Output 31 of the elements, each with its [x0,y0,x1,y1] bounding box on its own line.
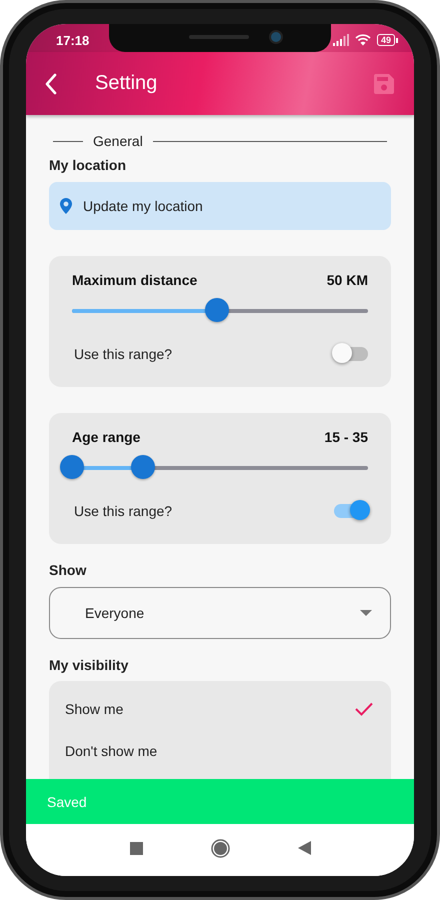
battery-indicator: 49 [376,34,395,46]
filter-value: 15 - 35 [324,429,368,445]
location-pin-icon [60,198,72,214]
back-nav-icon[interactable] [298,841,310,855]
visibility-option[interactable]: Don't show me [49,730,391,772]
recents-icon[interactable] [130,842,142,854]
field-label: My visibility [49,657,130,673]
slider-thumb[interactable] [60,455,84,479]
back-icon[interactable] [44,72,58,94]
toggle-label: Use this range? [74,346,172,362]
toggle-switch[interactable] [332,343,368,365]
filter-value: 50 KM [326,272,368,288]
home-icon[interactable] [210,838,230,858]
caret-icon [360,610,372,616]
update-location-button[interactable]: Update my location [49,182,391,230]
status-time: 17:18 [56,32,90,48]
show-dropdown[interactable]: Everyone [49,587,391,639]
toggle-label: Use this range? [74,503,172,519]
filter-title: Maximum distance [72,272,198,288]
saved-snackbar: Saved [26,779,414,824]
field-label: My location [49,157,128,173]
slider-thumb[interactable] [205,298,230,322]
visibility-option[interactable]: Show me [49,688,391,730]
field-label: Show [49,562,88,578]
slider-thumb[interactable] [131,455,156,479]
signal-icon [332,34,349,46]
toggle-switch[interactable] [332,500,368,522]
section-heading: General [93,133,143,149]
filter-title: Age range [72,429,140,445]
wifi-icon [354,34,371,46]
screen-title: Setting [95,72,158,95]
